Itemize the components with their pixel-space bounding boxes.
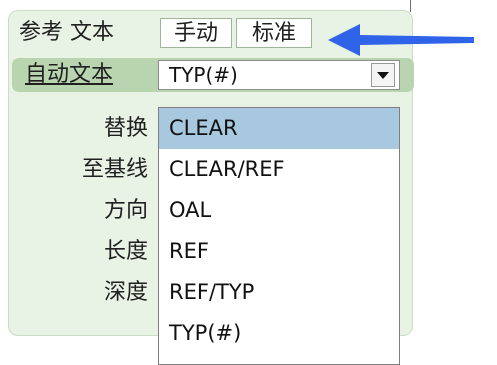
- triangle-down-icon: [377, 72, 389, 79]
- auto-text-label[interactable]: 自动文本: [25, 58, 113, 92]
- divider: [410, 0, 411, 12]
- screen: 参考 文本 手动 标准 自动文本 TYP(#) 替换 至基线 方向 长度 深度 …: [0, 0, 497, 365]
- dropdown-option-ref-typ[interactable]: REF/TYP: [159, 272, 399, 313]
- dropdown-option-oal[interactable]: OAL: [159, 190, 399, 231]
- manual-toggle-button[interactable]: 手动: [160, 18, 232, 48]
- dropdown-option-clear-ref[interactable]: CLEAR/REF: [159, 149, 399, 190]
- dropdown-option-clear[interactable]: CLEAR: [159, 108, 399, 149]
- auto-text-dropdown-list[interactable]: CLEAR CLEAR/REF OAL REF REF/TYP TYP(#): [158, 107, 400, 365]
- standard-toggle-button[interactable]: 标准: [236, 18, 312, 48]
- dropdown-toggle-button[interactable]: [371, 63, 395, 87]
- auto-text-select[interactable]: TYP(#): [158, 60, 400, 90]
- arrow-left-icon: [328, 24, 474, 56]
- reference-text-label: 参考 文本: [19, 20, 114, 45]
- field-label-to-baseline: 至基线: [81, 157, 148, 182]
- dropdown-option-typ[interactable]: TYP(#): [159, 313, 399, 354]
- auto-text-select-value: TYP(#): [169, 63, 238, 87]
- field-label-replace: 替换: [103, 116, 148, 141]
- field-label-depth: 深度: [103, 280, 148, 305]
- dropdown-option-ref[interactable]: REF: [159, 231, 399, 272]
- field-label-direction: 方向: [103, 198, 148, 223]
- field-label-length: 长度: [103, 239, 148, 264]
